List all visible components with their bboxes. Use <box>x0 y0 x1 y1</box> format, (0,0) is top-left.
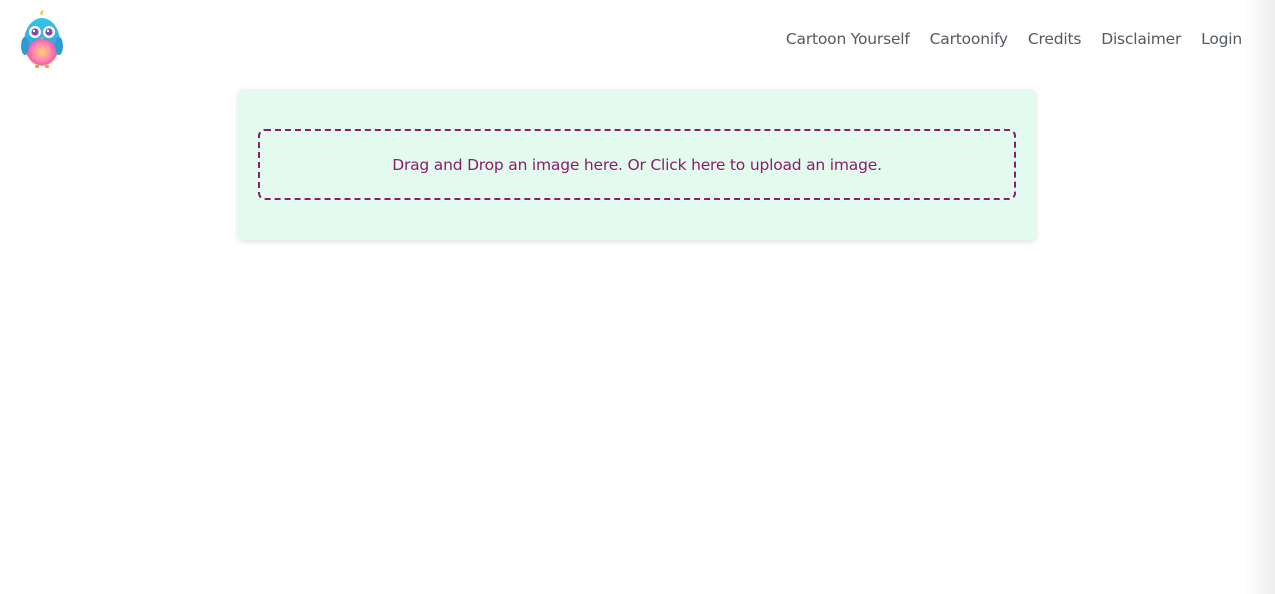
page: Cartoon Yourself Cartoonify Credits Disc… <box>0 0 1275 594</box>
owl-bird-mascot-icon <box>21 10 63 68</box>
image-dropzone[interactable]: Drag and Drop an image here. Or Click he… <box>258 129 1016 200</box>
nav-links: Cartoon Yourself Cartoonify Credits Disc… <box>766 27 1242 51</box>
nav-link-cartoonify[interactable]: Cartoonify <box>930 27 1008 51</box>
site-logo[interactable] <box>20 8 64 70</box>
nav-link-credits[interactable]: Credits <box>1028 27 1081 51</box>
upload-card: Drag and Drop an image here. Or Click he… <box>238 89 1036 240</box>
right-edge-shadow <box>1243 0 1275 594</box>
nav-link-login[interactable]: Login <box>1201 27 1242 51</box>
dropzone-prompt: Drag and Drop an image here. Or Click he… <box>392 155 882 174</box>
nav-link-disclaimer[interactable]: Disclaimer <box>1101 27 1181 51</box>
nav-link-cartoon-yourself[interactable]: Cartoon Yourself <box>786 27 910 51</box>
top-navbar: Cartoon Yourself Cartoonify Credits Disc… <box>0 0 1275 78</box>
